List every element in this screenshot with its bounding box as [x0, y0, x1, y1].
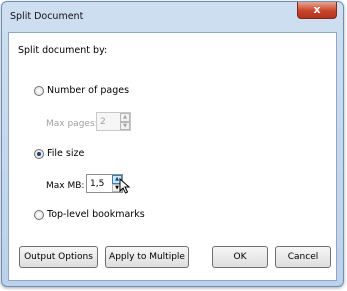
number-of-pages-radio[interactable] [34, 85, 44, 96]
max-mb-value[interactable]: 1,5 [87, 179, 112, 189]
cancel-button[interactable]: Cancel [275, 246, 331, 268]
max-pages-spinner: 2 ▲ ▼ [96, 112, 131, 131]
output-options-button[interactable]: Output Options [19, 246, 98, 268]
spin-down-icon: ▼ [120, 121, 130, 130]
top-level-bookmarks-label: Top-level bookmarks [47, 209, 145, 220]
max-pages-label: Max pages: [46, 119, 98, 129]
close-button[interactable]: x [297, 2, 337, 19]
split-document-dialog: Split Document x Split document by: Numb… [1, 1, 344, 287]
max-mb-label: Max MB: [46, 181, 85, 191]
top-level-bookmarks-option[interactable]: Top-level bookmarks [34, 209, 145, 220]
number-of-pages-label: Number of pages [47, 85, 130, 96]
max-mb-spinner[interactable]: 1,5 ▲ ▼ [86, 174, 123, 193]
apply-to-multiple-button[interactable]: Apply to Multiple [105, 246, 189, 268]
file-size-label: File size [47, 148, 85, 159]
ok-button[interactable]: OK [212, 246, 268, 268]
file-size-radio[interactable] [34, 148, 44, 159]
dialog-title: Split Document [10, 11, 84, 22]
split-by-heading: Split document by: [18, 45, 108, 56]
spin-up-icon: ▲ [120, 113, 130, 122]
dialog-body: Split document by: Number of pages Max p… [8, 32, 337, 281]
top-level-bookmarks-radio[interactable] [34, 209, 44, 220]
title-bar[interactable]: Split Document x [2, 2, 343, 32]
mouse-pointer-icon [119, 178, 131, 194]
file-size-option[interactable]: File size [34, 148, 84, 159]
max-pages-value: 2 [100, 116, 106, 127]
number-of-pages-option[interactable]: Number of pages [34, 85, 129, 96]
